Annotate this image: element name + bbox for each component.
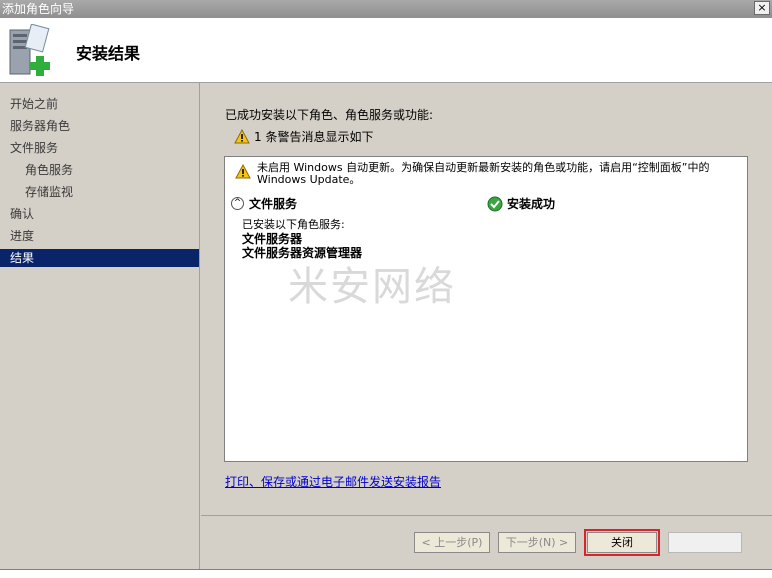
installed-intro: 已安装以下角色服务: xyxy=(242,218,345,231)
page-title: 安装结果 xyxy=(76,44,141,63)
step-progress: 进度 xyxy=(10,229,35,243)
installed-item: 文件服务器 xyxy=(242,232,303,246)
section-name: 文件服务 xyxy=(249,197,298,211)
step-storage-monitoring: 存储监视 xyxy=(25,185,74,199)
close-button[interactable]: 关闭 xyxy=(584,529,660,556)
step-results: 结果 xyxy=(0,249,199,267)
collapse-chevron-icon[interactable]: ^ xyxy=(231,197,244,210)
warning-icon xyxy=(235,164,251,179)
results-lead-text: 已成功安装以下角色、角色服务或功能: xyxy=(225,108,434,122)
step-file-services: 文件服务 xyxy=(10,141,59,155)
title-bar: 添加角色向导 × xyxy=(0,0,772,18)
install-status: 安装成功 xyxy=(507,197,556,211)
results-panel: 已成功安装以下角色、角色服务或功能: 1 条警告消息显示如下 未启用 Windo… xyxy=(201,83,772,515)
warning-summary-text: 1 条警告消息显示如下 xyxy=(254,130,374,144)
watermark: 米安网络 xyxy=(288,264,456,310)
previous-button[interactable]: < 上一步(P) xyxy=(414,532,490,553)
windows-update-warning-text: 未启用 Windows 自动更新。为确保自动更新最新安装的角色或功能，请启用“控… xyxy=(257,161,710,186)
window-title: 添加角色向导 xyxy=(2,2,75,16)
success-check-icon xyxy=(487,196,503,212)
step-role-services: 角色服务 xyxy=(25,163,74,177)
step-before-you-begin: 开始之前 xyxy=(10,97,59,111)
step-server-roles: 服务器角色 xyxy=(10,119,71,133)
file-services-section: ^ 文件服务 安装成功 xyxy=(231,195,743,213)
close-window-button[interactable]: × xyxy=(754,1,770,15)
wizard-header: 安装结果 xyxy=(0,18,772,83)
cancel-button[interactable] xyxy=(668,532,742,553)
server-role-icon xyxy=(9,24,50,76)
step-confirmation: 确认 xyxy=(10,207,35,221)
installation-report-link[interactable]: 打印、保存或通过电子邮件发送安装报告 xyxy=(225,473,441,490)
warning-icon xyxy=(234,129,250,144)
next-button[interactable]: 下一步(N) > xyxy=(498,532,576,553)
wizard-footer: < 上一步(P) 下一步(N) > 关闭 xyxy=(201,515,772,570)
wizard-steps-sidebar: 开始之前 服务器角色 文件服务 角色服务 存储监视 确认 进度 结果 xyxy=(0,83,200,569)
